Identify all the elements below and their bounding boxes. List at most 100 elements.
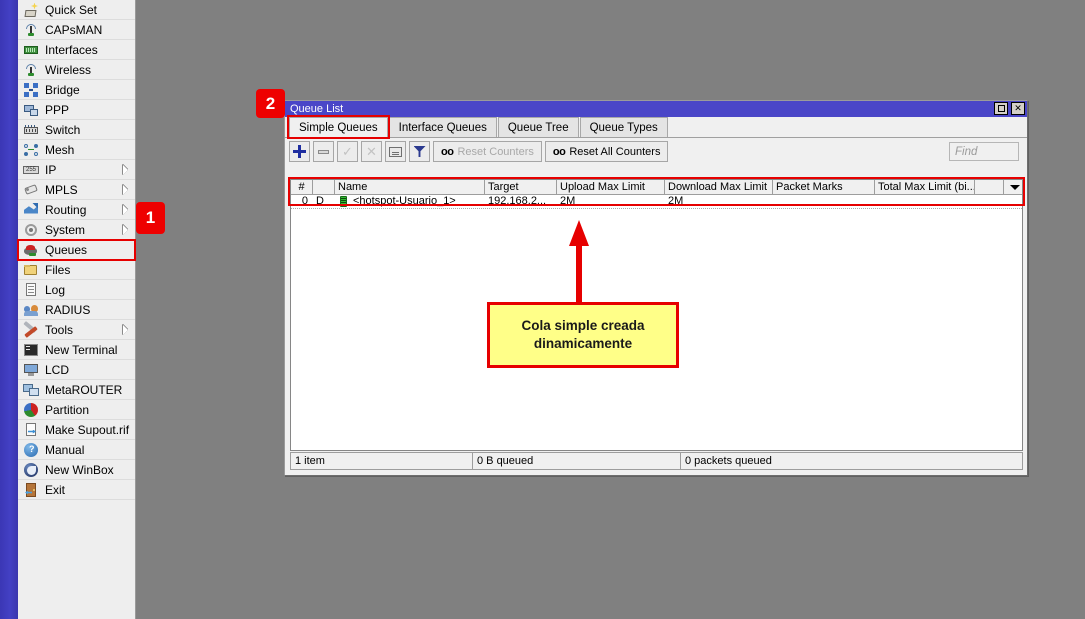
column-header-target[interactable]: Target (485, 180, 557, 194)
sidebar-item-exit[interactable]: Exit (18, 480, 135, 500)
sidebar-item-new-winbox[interactable]: New WinBox (18, 460, 135, 480)
sidebar-item-lcd[interactable]: LCD (18, 360, 135, 380)
lcd-icon (23, 362, 39, 378)
table-row[interactable]: 0D<hotspot-Usuario_1>192.168.2...2M2M (291, 195, 1022, 209)
submenu-chevron-icon (123, 205, 128, 215)
sidebar-item-wireless[interactable]: Wireless (18, 60, 135, 80)
sidebar-item-label: Tools (45, 324, 73, 336)
sidebar-item-capsman[interactable]: CAPsMAN (18, 20, 135, 40)
find-input[interactable]: Find (949, 142, 1019, 161)
sidebar-item-mesh[interactable]: Mesh (18, 140, 135, 160)
window-controls: ✕ (994, 102, 1025, 115)
filter-button[interactable] (409, 141, 430, 162)
sidebar-accent-strip (0, 0, 18, 619)
sidebar-item-label: Exit (45, 484, 65, 496)
sidebar-item-label: Log (45, 284, 65, 296)
sidebar-item-manual[interactable]: ?Manual (18, 440, 135, 460)
column-chooser-dropdown[interactable] (1004, 180, 1022, 194)
column-header-label: Name (338, 182, 367, 193)
cell-num: 0 (291, 195, 313, 208)
column-header-name[interactable]: Name (335, 180, 485, 194)
reset-all-counters-button[interactable]: oo Reset All Counters (545, 141, 669, 162)
sidebar-item-tools[interactable]: Tools (18, 320, 135, 340)
tab-queue-types[interactable]: Queue Types (580, 117, 668, 137)
maximize-icon[interactable] (994, 102, 1008, 115)
system-icon (23, 222, 39, 238)
reset-counters-button[interactable]: oo Reset Counters (433, 141, 542, 162)
sidebar-menu-panel: Quick SetCAPsMAN Interfaces Wireless Bridge… (18, 0, 136, 619)
reset-counters-label: Reset Counters (457, 146, 533, 158)
tab-label: Queue Types (590, 122, 658, 134)
sidebar-item-partition[interactable]: Partition (18, 400, 135, 420)
check-icon: ✓ (342, 145, 353, 158)
window-titlebar[interactable]: Queue List ✕ (285, 101, 1027, 117)
sidebar-item-queues[interactable]: Queues (18, 240, 135, 260)
step-badge-1: 1 (136, 202, 165, 234)
add-button[interactable] (289, 141, 310, 162)
window-title: Queue List (290, 104, 343, 115)
sidebar-item-label: Manual (45, 444, 84, 456)
sidebar-item-label: Bridge (45, 84, 80, 96)
sidebar-item-label: Mesh (45, 144, 74, 156)
status-cell-2: 0 packets queued (681, 453, 1024, 469)
disable-button[interactable]: ✕ (361, 141, 382, 162)
tab-label: Simple Queues (299, 122, 378, 134)
sidebar-item-make-supout-rif[interactable]: Make Supout.rif (18, 420, 135, 440)
column-header-flags[interactable] (313, 180, 335, 194)
sidebar-item-label: Make Supout.rif (45, 424, 129, 436)
sidebar-item-switch[interactable]: Switch (18, 120, 135, 140)
column-header-download[interactable]: Download Max Limit (665, 180, 773, 194)
quickset-icon (23, 2, 39, 18)
sidebar-item-routing[interactable]: Routing (18, 200, 135, 220)
sidebar-item-metarouter[interactable]: MetaROUTER (18, 380, 135, 400)
routing-icon (23, 202, 39, 218)
sidebar-item-ip[interactable]: 255IP (18, 160, 135, 180)
column-header-upload[interactable]: Upload Max Limit (557, 180, 665, 194)
status-text: 0 B queued (477, 456, 533, 467)
main-menu-sidebar: Quick SetCAPsMAN Interfaces Wireless Bridge… (0, 0, 136, 619)
column-header-total[interactable]: Total Max Limit (bi... (875, 180, 975, 194)
interfaces-icon (23, 42, 39, 58)
sidebar-item-label: Partition (45, 404, 89, 416)
tab-label: Queue Tree (508, 122, 569, 134)
queue-list-window: Queue List ✕ Simple Queues Interface Queu… (284, 100, 1028, 476)
ppp-icon (23, 102, 39, 118)
comment-icon (389, 147, 402, 157)
step-badge-2: 2 (256, 89, 285, 118)
tab-simple-queues[interactable]: Simple Queues (289, 117, 388, 137)
radius-icon (23, 302, 39, 318)
capsman-icon (23, 22, 39, 38)
sidebar-item-label: RADIUS (45, 304, 90, 316)
terminal-icon (23, 342, 39, 358)
tab-interface-queues[interactable]: Interface Queues (389, 117, 497, 137)
sidebar-item-bridge[interactable]: Bridge (18, 80, 135, 100)
queues-icon (23, 242, 39, 258)
sidebar-item-label: Interfaces (45, 44, 98, 56)
counter-glyph-icon-all: oo (553, 146, 565, 158)
column-header-num[interactable]: # (291, 180, 313, 194)
minus-icon (318, 150, 329, 154)
column-header-marks[interactable]: Packet Marks (773, 180, 875, 194)
wireless-icon (23, 62, 39, 78)
tab-queue-tree[interactable]: Queue Tree (498, 117, 579, 137)
column-header-spacer (975, 180, 1004, 194)
up-arrow-annotation (568, 220, 590, 304)
sidebar-item-interfaces[interactable]: Interfaces (18, 40, 135, 60)
sidebar-item-new-terminal[interactable]: New Terminal (18, 340, 135, 360)
sidebar-item-mpls[interactable]: MPLS (18, 180, 135, 200)
sidebar-item-system[interactable]: System (18, 220, 135, 240)
status-text: 0 packets queued (685, 456, 772, 467)
cross-icon: ✕ (366, 145, 377, 158)
sidebar-item-quick-set[interactable]: Quick Set (18, 0, 135, 20)
tools-icon (23, 322, 39, 338)
sidebar-item-files[interactable]: Files (18, 260, 135, 280)
column-header-label: Target (488, 182, 519, 193)
comment-button[interactable] (385, 141, 406, 162)
remove-button[interactable] (313, 141, 334, 162)
sidebar-item-ppp[interactable]: PPP (18, 100, 135, 120)
mesh-icon (23, 142, 39, 158)
enable-button[interactable]: ✓ (337, 141, 358, 162)
sidebar-item-radius[interactable]: RADIUS (18, 300, 135, 320)
close-icon[interactable]: ✕ (1011, 102, 1025, 115)
sidebar-item-log[interactable]: Log (18, 280, 135, 300)
